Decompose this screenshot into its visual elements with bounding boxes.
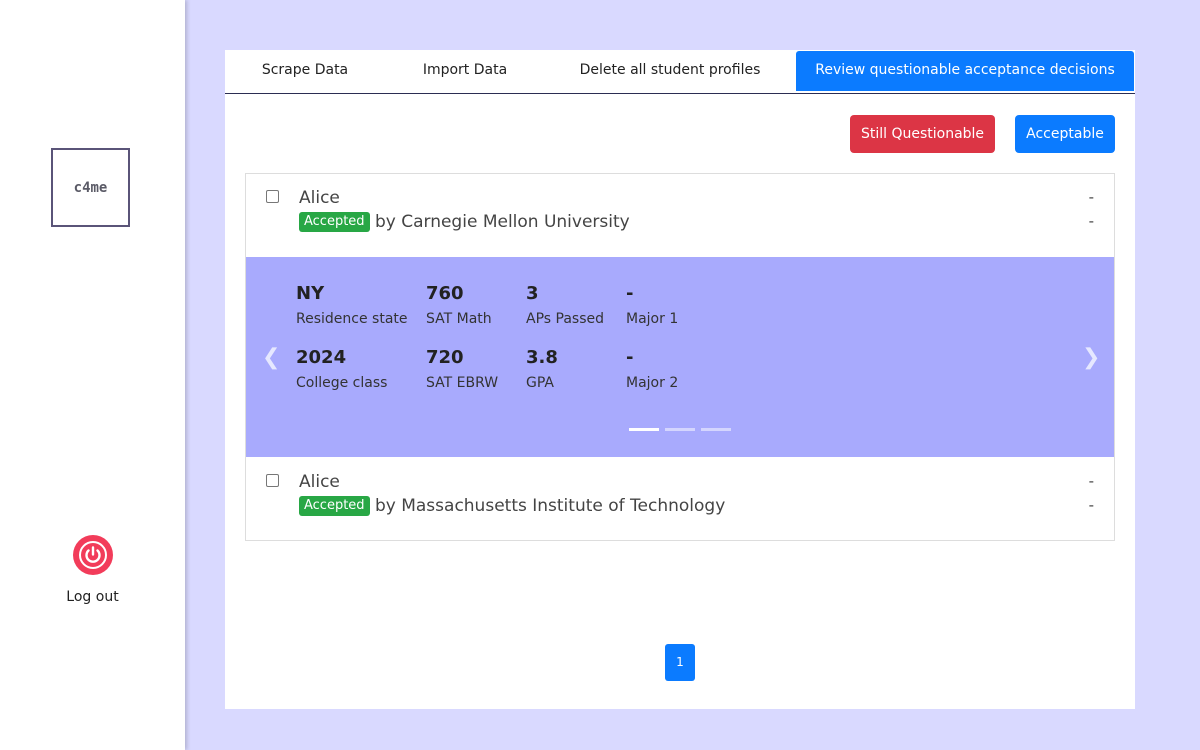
- college-name: by Massachusetts Institute of Technology: [374, 496, 726, 516]
- stat-aps-passed: 3 APs Passed: [526, 283, 604, 327]
- stat-label: APs Passed: [526, 311, 604, 327]
- decision-line: Accepted by Carnegie Mellon University: [299, 212, 630, 232]
- stat-value: -: [626, 283, 634, 304]
- logout-button[interactable]: Log out: [0, 535, 185, 605]
- carousel-indicator[interactable]: [629, 428, 659, 431]
- stat-value: 2024: [296, 347, 347, 368]
- select-checkbox[interactable]: [266, 190, 279, 203]
- status-badge: Accepted: [299, 212, 370, 232]
- tab-import-data[interactable]: Import Data: [385, 50, 545, 93]
- stat-label: Major 1: [626, 311, 679, 327]
- stat-label: SAT EBRW: [426, 375, 499, 391]
- stat-major-2: - Major 2: [626, 347, 678, 391]
- stat-college-class: 2024 College class: [296, 347, 387, 391]
- tab-review-decisions[interactable]: Review questionable acceptance decisions: [796, 51, 1134, 91]
- carousel-indicator[interactable]: [665, 428, 695, 431]
- stat-major-1: - Major 1: [626, 283, 678, 327]
- decision-line: Accepted by Massachusetts Institute of T…: [299, 496, 725, 516]
- main-panel: Scrape Data Import Data Delete all stude…: [225, 50, 1135, 709]
- stat-value: 3.8: [526, 347, 558, 368]
- decision-list: Alice Accepted by Carnegie Mellon Univer…: [245, 173, 1115, 541]
- stat-value: 3: [526, 283, 539, 304]
- stat-label: Residence state: [296, 311, 408, 327]
- stat-value: 760: [426, 283, 464, 304]
- stat-label: GPA: [526, 375, 554, 391]
- student-name: Alice: [299, 188, 340, 208]
- tab-delete-profiles[interactable]: Delete all student profiles: [545, 50, 795, 93]
- right-value: -: [1088, 496, 1094, 514]
- tab-bar: Scrape Data Import Data Delete all stude…: [225, 50, 1135, 94]
- stat-residence-state: NY Residence state: [296, 283, 408, 327]
- logo: c4me: [51, 148, 130, 227]
- power-icon[interactable]: [72, 535, 113, 575]
- sidebar: c4me Log out: [0, 0, 185, 750]
- tab-scrape-data[interactable]: Scrape Data: [225, 50, 385, 93]
- chevron-left-icon[interactable]: ❮: [262, 345, 280, 370]
- stat-value: -: [626, 347, 634, 368]
- select-checkbox[interactable]: [266, 474, 279, 487]
- still-questionable-button[interactable]: Still Questionable: [850, 115, 995, 153]
- decision-item[interactable]: Alice Accepted by Carnegie Mellon Univer…: [246, 174, 1114, 256]
- stat-label: College class: [296, 375, 388, 391]
- status-badge: Accepted: [299, 496, 370, 516]
- stat-value: NY: [296, 283, 325, 304]
- stat-sat-math: 760 SAT Math: [426, 283, 492, 327]
- stat-label: Major 2: [626, 375, 679, 391]
- carousel-indicator[interactable]: [701, 428, 731, 431]
- profile-carousel: ❮ ❯ NY Residence state 760 SAT Math 3 AP…: [246, 257, 1114, 457]
- right-value: -: [1088, 212, 1094, 230]
- right-value: -: [1088, 188, 1094, 206]
- stat-value: 720: [426, 347, 464, 368]
- stat-label: SAT Math: [426, 311, 492, 327]
- student-name: Alice: [299, 472, 340, 492]
- logout-label[interactable]: Log out: [0, 589, 185, 605]
- logo-text: c4me: [73, 179, 108, 196]
- college-name: by Carnegie Mellon University: [374, 212, 630, 232]
- acceptable-button[interactable]: Acceptable: [1015, 115, 1115, 153]
- stat-sat-ebrw: 720 SAT EBRW: [426, 347, 498, 391]
- chevron-right-icon[interactable]: ❯: [1082, 345, 1100, 370]
- right-value: -: [1088, 472, 1094, 490]
- decision-item[interactable]: Alice Accepted by Massachusetts Institut…: [246, 458, 1114, 540]
- page-button[interactable]: 1: [665, 644, 695, 681]
- stat-gpa: 3.8 GPA: [526, 347, 558, 391]
